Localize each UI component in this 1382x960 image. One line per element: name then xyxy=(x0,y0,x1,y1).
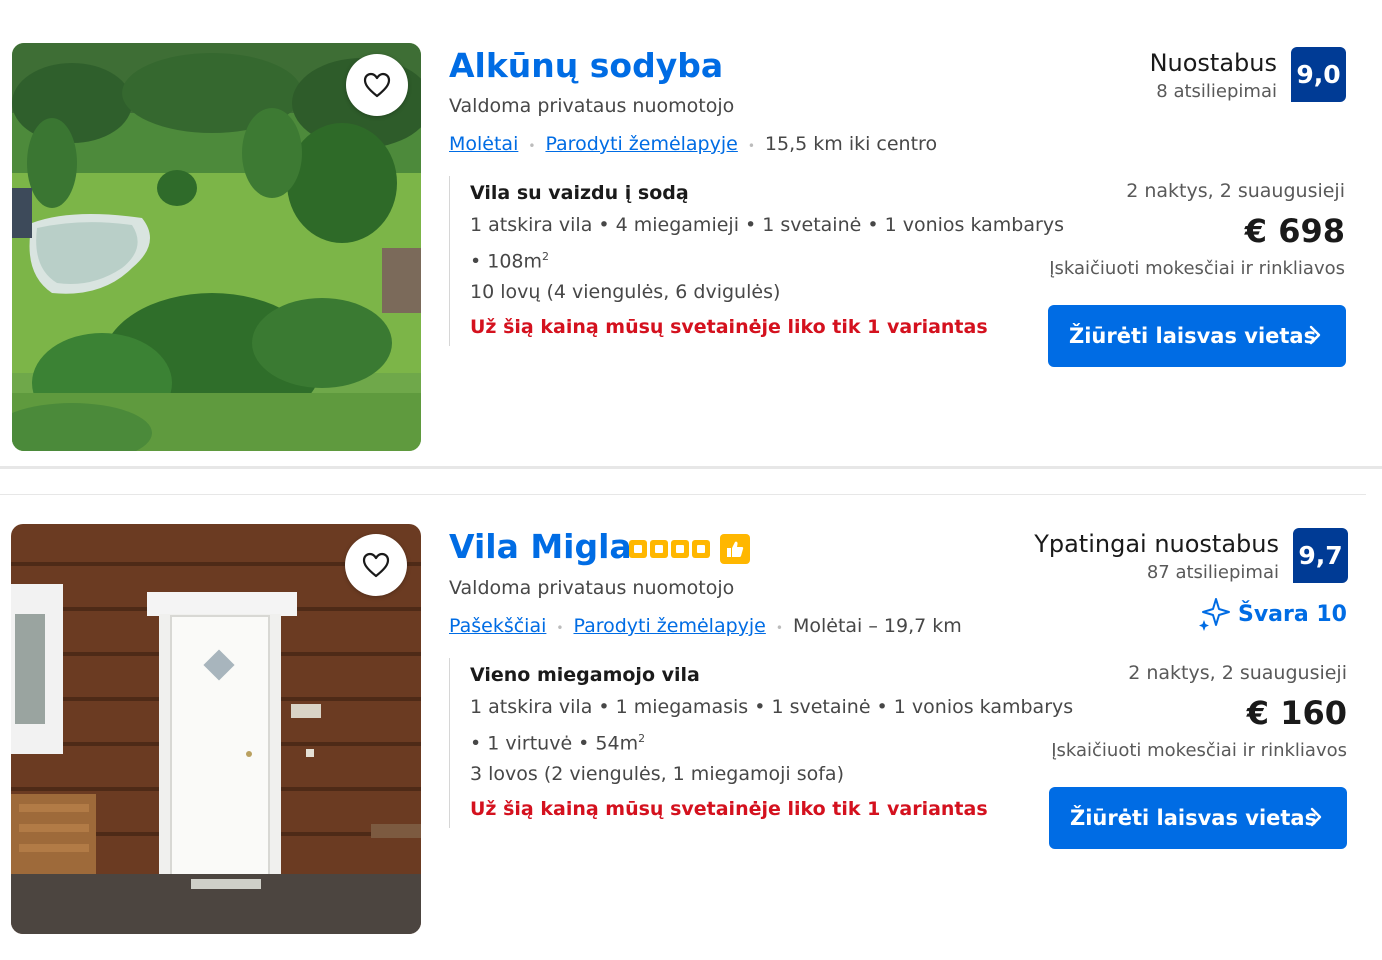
room-size-sup: 2 xyxy=(638,732,646,745)
review-score-badge[interactable]: 9,0 xyxy=(1291,47,1346,102)
see-availability-button[interactable]: Žiūrėti laisvas vietas xyxy=(1049,787,1347,849)
property-title[interactable]: Vila Migla xyxy=(449,527,632,566)
host-type-label: Valdoma privataus nuomotojo xyxy=(449,95,735,117)
cleanliness-label: Švara 10 xyxy=(1237,601,1347,627)
star-icon xyxy=(629,540,647,558)
urgency-message: Už šią kainą mūsų svetainėje liko tik 1 … xyxy=(470,316,988,339)
separator-dot: • xyxy=(747,139,755,153)
star-rating-icon xyxy=(629,540,710,558)
separator-dot: • xyxy=(775,621,783,635)
separator-dot: • xyxy=(556,621,564,635)
star-icon xyxy=(671,540,689,558)
room-details: 1 atskira vila • 4 miegamieji • 1 svetai… xyxy=(470,214,1064,236)
cleanliness-badge: Švara 10 xyxy=(1196,596,1347,632)
room-name: Vieno miegamojo vila xyxy=(470,664,700,686)
location-link[interactable]: Pašekščiai xyxy=(449,615,546,637)
room-name: Vila su vaizdu į sodą xyxy=(470,182,689,204)
card-divider xyxy=(0,494,1366,495)
separator-dot: • xyxy=(528,139,536,153)
see-availability-label: Žiūrėti laisvas vietas xyxy=(1069,324,1317,348)
property-card: Alkūnų sodyba Valdoma privataus nuomotoj… xyxy=(0,0,1382,468)
room-size-text: • 1 virtuvė • 54m xyxy=(470,732,639,755)
thumbs-up-glyph xyxy=(727,541,744,557)
favorite-button[interactable] xyxy=(346,54,408,116)
review-score-word: Nuostabus xyxy=(1149,49,1277,77)
review-score-badge[interactable]: 9,7 xyxy=(1293,528,1348,583)
price: € 698 xyxy=(1244,212,1345,250)
review-count[interactable]: 87 atsiliepimai xyxy=(1147,562,1279,583)
chevron-right-icon xyxy=(1309,325,1321,345)
see-availability-button[interactable]: Žiūrėti laisvas vietas xyxy=(1048,305,1346,367)
price: € 160 xyxy=(1246,694,1347,732)
star-icon xyxy=(650,540,668,558)
room-details: 1 atskira vila • 1 miegamasis • 1 svetai… xyxy=(470,696,1074,718)
star-icon xyxy=(692,540,710,558)
location-link[interactable]: Molėtai xyxy=(449,133,518,155)
show-on-map-link[interactable]: Parodyti žemėlapyje xyxy=(545,133,737,155)
thumbs-up-icon[interactable] xyxy=(720,534,750,564)
review-count[interactable]: 8 atsiliepimai xyxy=(1156,81,1277,102)
room-size: • 1 virtuvė • 54m2 xyxy=(470,723,1073,759)
taxes-note: Įskaičiuoti mokesčiai ir rinkliavos xyxy=(1049,258,1345,279)
host-type-label: Valdoma privataus nuomotojo xyxy=(449,577,735,599)
room-info: Vila su vaizdu į sodą 1 atskira vila • 4… xyxy=(449,176,1064,346)
heart-icon xyxy=(362,552,390,578)
section-divider xyxy=(0,466,1382,469)
property-card: Vila Migla Valdoma privataus nuomotojo P… xyxy=(0,496,1382,960)
sparkle-icon xyxy=(1198,598,1230,631)
property-title[interactable]: Alkūnų sodyba xyxy=(449,46,723,85)
room-info: Vieno miegamojo vila 1 atskira vila • 1 … xyxy=(449,658,1073,828)
bed-info: 3 lovos (2 viengulės, 1 miegamoji sofa) xyxy=(470,763,844,786)
stay-length: 2 naktys, 2 suaugusieji xyxy=(1126,180,1345,202)
room-size-sup: 2 xyxy=(542,250,550,263)
room-size: • 108m2 xyxy=(470,241,1064,277)
see-availability-label: Žiūrėti laisvas vietas xyxy=(1070,806,1318,830)
location-row: Pašekščiai • Parodyti žemėlapyje • Molėt… xyxy=(449,615,962,637)
distance-label: 15,5 km iki centro xyxy=(764,133,938,155)
heart-icon xyxy=(363,72,391,98)
bed-info: 10 lovų (4 viengulės, 6 dvigulės) xyxy=(470,281,781,304)
distance-label: Molėtai – 19,7 km xyxy=(792,615,962,637)
favorite-button[interactable] xyxy=(345,534,407,596)
location-row: Molėtai • Parodyti žemėlapyje • 15,5 km … xyxy=(449,133,937,155)
chevron-right-icon xyxy=(1310,807,1322,827)
stay-length: 2 naktys, 2 suaugusieji xyxy=(1128,662,1347,684)
review-score-word: Ypatingai nuostabus xyxy=(1034,530,1279,558)
show-on-map-link[interactable]: Parodyti žemėlapyje xyxy=(573,615,765,637)
room-size-text: • 108m xyxy=(470,250,543,273)
urgency-message: Už šią kainą mūsų svetainėje liko tik 1 … xyxy=(470,798,988,821)
taxes-note: Įskaičiuoti mokesčiai ir rinkliavos xyxy=(1051,740,1347,761)
